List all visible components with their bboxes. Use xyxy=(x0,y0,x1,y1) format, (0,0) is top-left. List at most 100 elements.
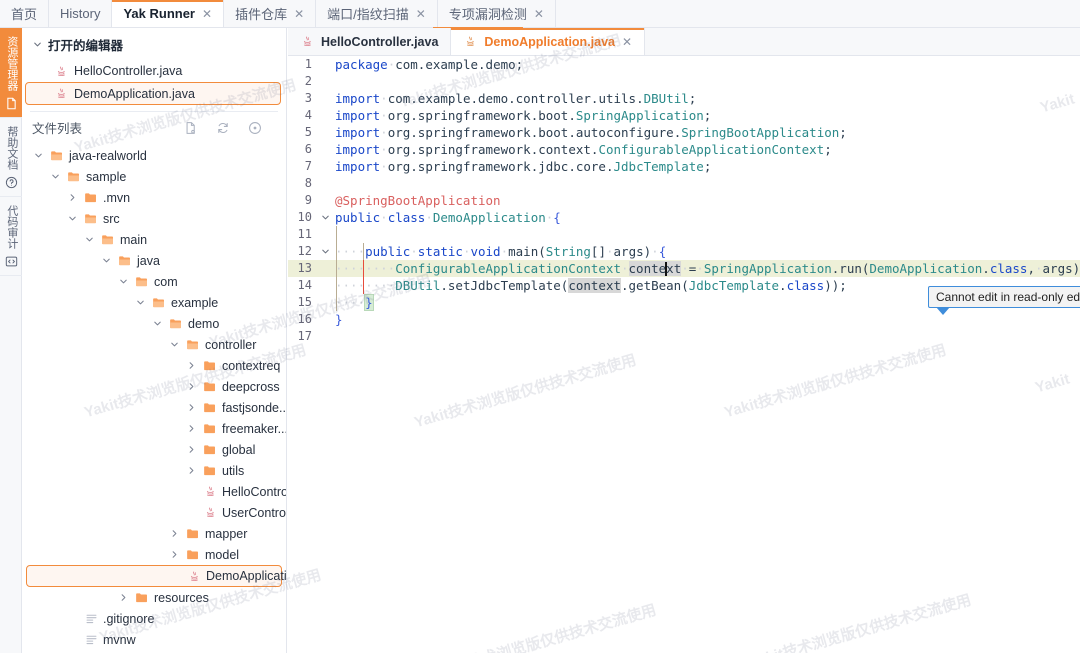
java-icon xyxy=(54,64,68,78)
file-tree-item[interactable]: sample xyxy=(22,166,286,187)
chevron-down-icon[interactable] xyxy=(100,254,113,267)
chevron-right-icon[interactable] xyxy=(185,443,198,456)
chevron-down-icon[interactable] xyxy=(134,296,147,309)
code-line[interactable]: 5 import·org.springframework.boot.autocon… xyxy=(288,124,1080,141)
chevron-right-icon[interactable] xyxy=(66,191,79,204)
code-line[interactable]: 17 xyxy=(288,328,1080,345)
file-tree-item[interactable]: fastjsonde... xyxy=(22,397,286,418)
file-tree-item[interactable]: global xyxy=(22,439,286,460)
chevron-down-icon[interactable] xyxy=(151,317,164,330)
chevron-down-icon[interactable] xyxy=(117,275,130,288)
file-tree-item[interactable]: contextreq xyxy=(22,355,286,376)
folder-icon xyxy=(203,443,217,457)
main-tab-port-scan[interactable]: 端口/指纹扫描 ✕ xyxy=(316,0,438,27)
file-tree-item[interactable]: .mvn xyxy=(22,187,286,208)
file-tree-item[interactable]: mvnw xyxy=(22,629,286,650)
open-editor-item-demoapplication[interactable]: DemoApplication.java xyxy=(25,82,281,105)
rail-item-help-doc[interactable]: 帮助文档 xyxy=(0,118,22,197)
code-line-text: import·org.springframework.context.Confi… xyxy=(335,142,832,157)
editor-tab-bar: HelloController.java DemoApplication.jav… xyxy=(288,28,1080,56)
close-icon[interactable]: ✕ xyxy=(622,35,632,49)
main-tab-vuln-detect[interactable]: 专项漏洞检测 ✕ xyxy=(437,0,556,27)
new-file-icon[interactable] xyxy=(184,121,198,135)
fold-chevron-down-icon[interactable] xyxy=(318,243,332,260)
folder-icon xyxy=(84,191,98,205)
file-tree-item[interactable]: controller xyxy=(22,334,286,355)
chevron-right-icon[interactable] xyxy=(185,464,198,477)
close-icon[interactable]: ✕ xyxy=(534,8,544,20)
file-tree-item[interactable]: .gitignore xyxy=(22,608,286,629)
file-tree-item[interactable]: example xyxy=(22,292,286,313)
chevron-right-icon[interactable] xyxy=(185,401,198,414)
file-tree-item[interactable]: src xyxy=(22,208,286,229)
file-tree-item[interactable]: model xyxy=(22,544,286,565)
open-editors-header[interactable]: 打开的编辑器 xyxy=(22,28,286,60)
chevron-down-icon[interactable] xyxy=(83,233,96,246)
chevron-right-icon[interactable] xyxy=(185,422,198,435)
code-area[interactable]: 1 package·com.example.demo; 2 3 import·com.e… xyxy=(288,56,1080,653)
chevron-right-icon[interactable] xyxy=(185,380,198,393)
fold-chevron-down-icon[interactable] xyxy=(318,209,332,226)
file-tree-item[interactable]: com xyxy=(22,271,286,292)
main-tab-plugin-store[interactable]: 插件仓库 ✕ xyxy=(224,0,317,27)
code-line-text: } xyxy=(335,312,343,327)
java-icon xyxy=(54,87,68,101)
code-line[interactable]: 13 ········ConfigurableApplicationContext… xyxy=(288,260,1080,277)
main-tab-yak-runner[interactable]: Yak Runner ✕ xyxy=(112,0,225,27)
locate-icon[interactable] xyxy=(248,121,262,135)
file-tree-item[interactable]: demo xyxy=(22,313,286,334)
code-line[interactable]: 10 public·class·DemoApplication·{ xyxy=(288,209,1080,226)
chevron-right-icon[interactable] xyxy=(185,359,198,372)
code-line[interactable]: 9 @SpringBootApplication xyxy=(288,192,1080,209)
code-line-text: public·class·DemoApplication·{ xyxy=(335,210,561,225)
chevron-right-icon[interactable] xyxy=(117,591,130,604)
chevron-down-icon[interactable] xyxy=(66,212,79,225)
file-tree-item[interactable]: freemaker... xyxy=(22,418,286,439)
close-icon[interactable]: ✕ xyxy=(416,8,426,20)
code-line[interactable]: 11 xyxy=(288,226,1080,243)
rail-item-resource-manager[interactable]: 资源管理器 xyxy=(0,28,22,118)
open-editor-item-hellocontroller[interactable]: HelloController.java xyxy=(22,60,286,82)
file-tree-item[interactable]: UserControll... xyxy=(22,502,286,523)
file-tree-item[interactable]: java xyxy=(22,250,286,271)
file-tree-item[interactable]: mapper xyxy=(22,523,286,544)
rail-item-code-audit[interactable]: 代码审计 xyxy=(0,197,22,276)
code-line[interactable]: 1 package·com.example.demo; xyxy=(288,56,1080,73)
code-line[interactable]: 3 import·com.example.demo.controller.util… xyxy=(288,90,1080,107)
main-tab-home[interactable]: 首页 xyxy=(0,0,50,27)
folder-icon xyxy=(135,591,149,605)
file-tree-item[interactable]: deepcross xyxy=(22,376,286,397)
code-line[interactable]: 2 xyxy=(288,73,1080,90)
main-tab-history[interactable]: History xyxy=(49,0,113,27)
line-number: 7 xyxy=(304,159,312,173)
open-editor-label: HelloController.java xyxy=(74,64,183,78)
file-tree-item[interactable]: java-realworld xyxy=(22,145,286,166)
file-tree-item[interactable]: main xyxy=(22,229,286,250)
editor-tab-demoapplication[interactable]: DemoApplication.java ✕ xyxy=(451,28,646,55)
editor-tab-hellocontroller[interactable]: HelloController.java xyxy=(288,28,452,55)
chevron-right-icon[interactable] xyxy=(168,527,181,540)
file-tree-item[interactable]: HelloControll... xyxy=(22,481,286,502)
file-tree-item-selected[interactable]: DemoApplicatio... xyxy=(26,565,286,587)
code-line[interactable]: 12 ····public·static·void·main(String[]·a… xyxy=(288,243,1080,260)
chevron-down-icon[interactable] xyxy=(168,338,181,351)
code-line[interactable]: 6 import·org.springframework.context.Conf… xyxy=(288,141,1080,158)
file-tree-item[interactable]: utils xyxy=(22,460,286,481)
close-icon[interactable]: ✕ xyxy=(294,8,304,20)
code-line[interactable]: 4 import·org.springframework.boot.SpringA… xyxy=(288,107,1080,124)
chevron-right-icon[interactable] xyxy=(168,548,181,561)
chevron-down-icon[interactable] xyxy=(32,149,45,162)
rail-item-label: 帮助文档 xyxy=(5,126,18,170)
code-line[interactable]: 7 import·org.springframework.jdbc.core.Jd… xyxy=(288,158,1080,175)
chevron-down-icon[interactable] xyxy=(49,170,62,183)
code-line[interactable]: 16} xyxy=(288,311,1080,328)
file-tree-item[interactable]: resources xyxy=(22,587,286,608)
code-line[interactable]: 8 xyxy=(288,175,1080,192)
readonly-tooltip: Cannot edit in read-only editor xyxy=(928,286,1080,315)
close-icon[interactable]: ✕ xyxy=(202,8,212,20)
main-tab-label: History xyxy=(60,6,101,21)
refresh-icon[interactable] xyxy=(216,121,230,135)
